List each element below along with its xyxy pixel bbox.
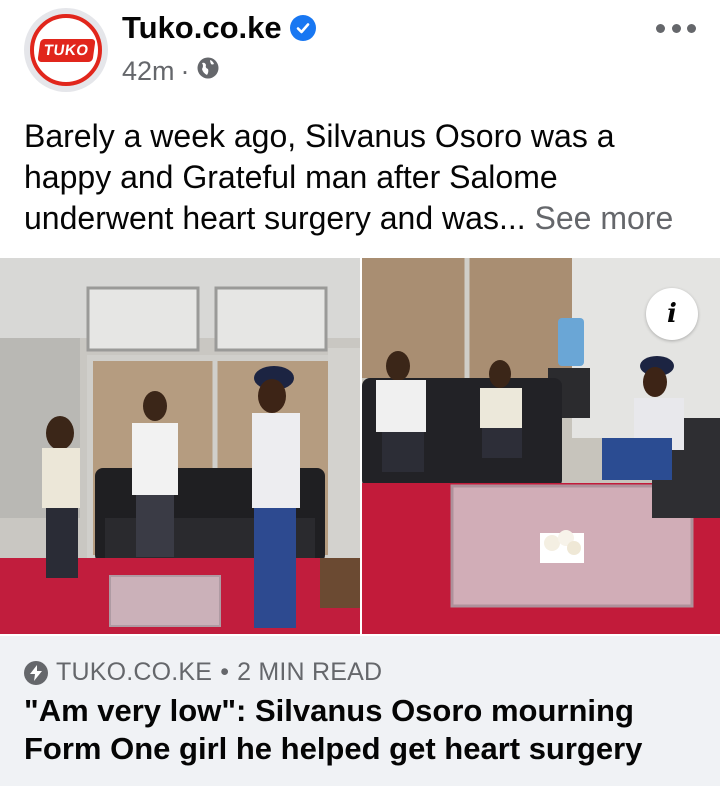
page-name-text[interactable]: Tuko.co.ke: [122, 10, 282, 46]
post-body: Barely a week ago, Silvanus Osoro was a …: [24, 118, 615, 236]
photo-left[interactable]: [0, 258, 360, 634]
more-options-button[interactable]: [656, 18, 696, 38]
info-button[interactable]: i: [646, 288, 698, 340]
page-name[interactable]: Tuko.co.ke: [122, 10, 316, 46]
globe-icon[interactable]: [196, 56, 220, 87]
photo-grid: i: [0, 258, 720, 636]
avatar-ring: TUKO: [30, 14, 102, 86]
post-text: Barely a week ago, Silvanus Osoro was a …: [24, 116, 700, 239]
page-avatar[interactable]: TUKO: [24, 8, 108, 92]
link-preview-card[interactable]: TUKO.CO.KE • 2 MIN READ "Am very low": S…: [0, 636, 720, 786]
photo-office-standing: [0, 258, 360, 634]
post-header: TUKO Tuko.co.ke 42m ·: [0, 0, 720, 100]
dot-icon: [671, 23, 681, 33]
bolt-icon: [24, 660, 48, 685]
link-headline[interactable]: "Am very low": Silvanus Osoro mourning F…: [24, 692, 704, 768]
photo-right[interactable]: i: [362, 258, 720, 634]
dot-icon: [656, 23, 665, 33]
post-meta: 42m ·: [122, 56, 220, 87]
post-time[interactable]: 42m: [122, 56, 175, 87]
source-dot: •: [220, 658, 230, 686]
dot-icon: [687, 23, 696, 33]
tuko-logo: TUKO: [37, 38, 95, 62]
link-source: TUKO.CO.KE • 2 MIN READ: [24, 658, 382, 687]
see-more-link[interactable]: See more: [535, 200, 674, 236]
verified-badge-icon: [289, 15, 316, 41]
meta-separator: ·: [180, 56, 190, 86]
read-time: 2 MIN READ: [237, 658, 383, 686]
source-domain: TUKO.CO.KE: [56, 658, 213, 686]
